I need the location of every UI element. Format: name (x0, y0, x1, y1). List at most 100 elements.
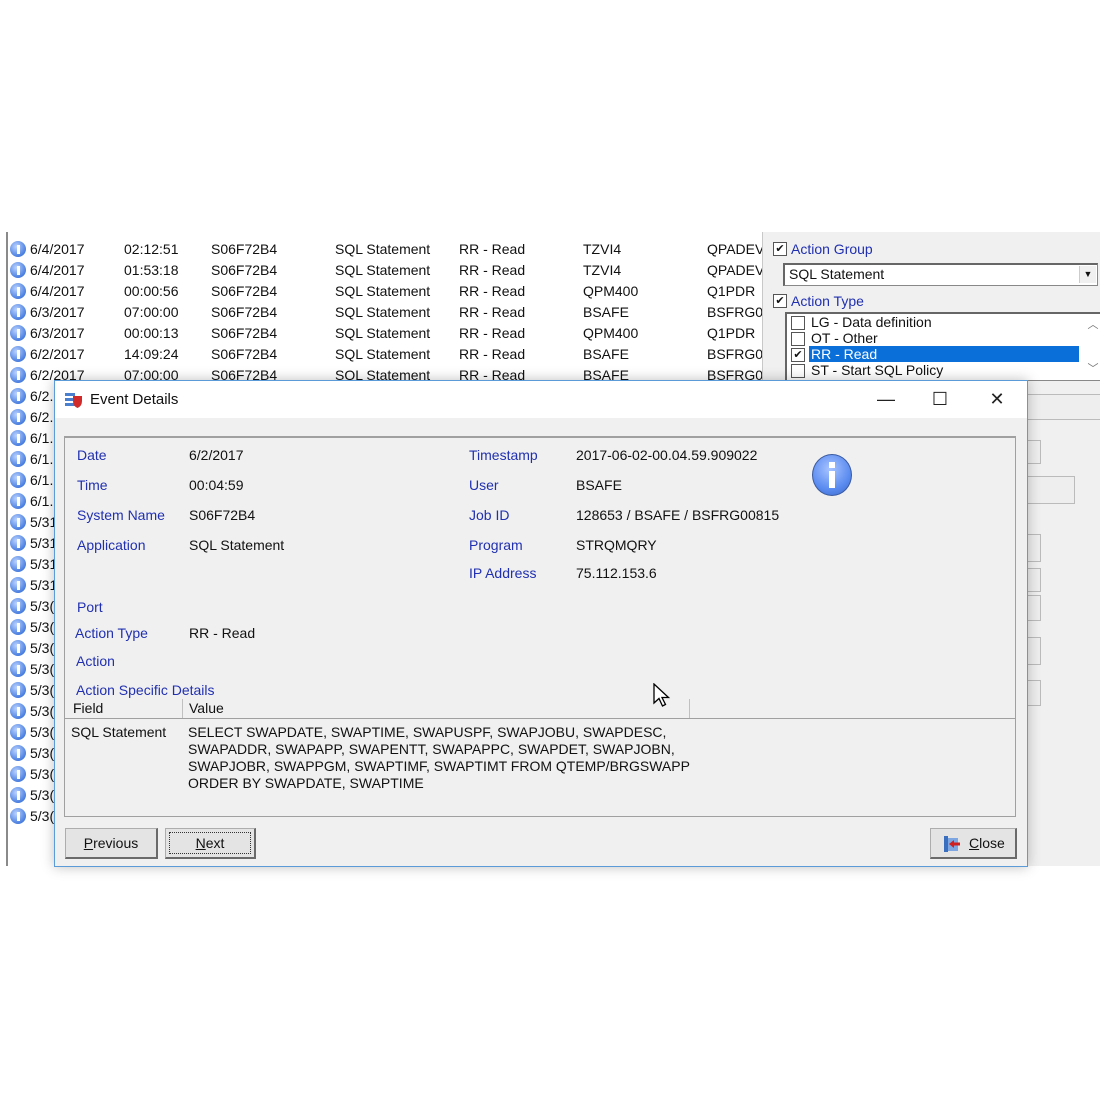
cell-system: S06F72B4 (211, 325, 278, 341)
details-row-value: SELECT SWAPDATE, SWAPTIME, SWAPUSPF, SWA… (188, 724, 690, 791)
column-header-field[interactable]: Field (73, 700, 103, 716)
cell-group: SQL Statement (335, 304, 431, 320)
info-icon (10, 472, 26, 488)
chevron-up-icon[interactable]: ︿ (1083, 316, 1100, 332)
cell-system: S06F72B4 (211, 241, 278, 257)
action-type-option[interactable]: ✔ RR - Read (789, 346, 1079, 363)
cell-type: RR - Read (459, 283, 526, 299)
security-shield-icon (65, 393, 82, 408)
cell-date: 5/3( (30, 703, 55, 719)
program-label: Program (469, 537, 523, 553)
column-divider[interactable] (182, 699, 183, 718)
details-row-field: SQL Statement (71, 724, 167, 740)
option-checkbox[interactable] (791, 364, 805, 378)
option-checkbox[interactable] (791, 316, 805, 330)
info-icon (10, 703, 26, 719)
cell-time: 00:00:13 (124, 325, 179, 341)
action-group-checkbox[interactable]: ✔ (773, 242, 787, 256)
user-value: BSAFE (576, 477, 622, 493)
cell-date: 5/3( (30, 661, 55, 677)
cell-group: SQL Statement (335, 325, 431, 341)
info-icon (10, 661, 26, 677)
disabled-input (1025, 476, 1075, 504)
cell-user: QPM400 (583, 283, 639, 299)
next-button[interactable]: Next (165, 828, 256, 859)
column-divider[interactable] (689, 699, 690, 718)
cell-type: RR - Read (459, 262, 526, 278)
info-icon (10, 262, 26, 278)
info-icon (10, 241, 26, 257)
cell-user: TZVI4 (583, 241, 622, 257)
mouse-cursor-icon (653, 683, 671, 707)
chevron-down-icon[interactable]: ﹀ (1083, 360, 1100, 376)
scrollbar[interactable]: ︿ ﹀ (1083, 314, 1100, 380)
timestamp-label: Timestamp (469, 447, 538, 463)
details-section-title: Action Specific Details (76, 682, 215, 698)
cell-date: 5/3( (30, 787, 55, 803)
event-row[interactable]: 6/3/2017 07:00:00 S06F72B4 SQL Statement RR … (8, 302, 763, 323)
close-button[interactable]: Close (930, 828, 1017, 859)
cell-group: SQL Statement (335, 346, 431, 362)
cell-type: RR - Read (459, 241, 526, 257)
time-value: 00:04:59 (189, 477, 244, 493)
system-name-value: S06F72B4 (189, 507, 256, 523)
info-icon (10, 283, 26, 299)
close-window-button[interactable]: ✕ (974, 381, 1020, 418)
option-label: OT - Other (811, 330, 878, 346)
cell-date: 6/1. (30, 451, 54, 467)
cell-job: BSFRG0 (707, 304, 764, 320)
cell-system: S06F72B4 (211, 304, 278, 320)
chevron-down-icon[interactable]: ▼ (1079, 266, 1096, 283)
info-icon (10, 430, 26, 446)
cell-date: 6/2. (30, 388, 54, 404)
action-type-checkbox[interactable]: ✔ (773, 294, 787, 308)
job-id-label: Job ID (469, 507, 510, 523)
info-icon (10, 346, 26, 362)
info-icon (10, 598, 26, 614)
action-label: Action (76, 653, 115, 669)
info-icon (10, 556, 26, 572)
cell-date: 6/3/2017 (30, 325, 85, 341)
event-row[interactable]: 6/4/2017 00:00:56 S06F72B4 SQL Statement RR … (8, 281, 763, 302)
cell-job: Q1PDR (707, 325, 756, 341)
minimize-button[interactable]: — (863, 381, 909, 418)
action-type-option[interactable]: ST - Start SQL Policy (789, 362, 1079, 379)
info-icon (10, 724, 26, 740)
previous-button[interactable]: Previous (65, 828, 158, 859)
cell-system: S06F72B4 (211, 262, 278, 278)
close-label: Close (969, 835, 1005, 851)
action-group-select[interactable]: SQL Statement ▼ (783, 263, 1098, 286)
option-checkbox[interactable] (791, 332, 805, 346)
program-value: STRQMQRY (576, 537, 657, 553)
cell-date: 5/3( (30, 619, 55, 635)
info-icon (10, 766, 26, 782)
option-checkbox[interactable]: ✔ (791, 348, 805, 362)
info-icon (10, 640, 26, 656)
info-icon (10, 535, 26, 551)
cell-date: 5/3( (30, 808, 55, 824)
application-value: SQL Statement (189, 537, 285, 553)
cell-system: S06F72B4 (211, 346, 278, 362)
event-row[interactable]: 6/3/2017 00:00:13 S06F72B4 SQL Statement RR … (8, 323, 763, 344)
cell-date: 5/3( (30, 724, 55, 740)
column-header-value[interactable]: Value (189, 700, 224, 716)
action-type-option[interactable]: LG - Data definition (789, 314, 1079, 331)
event-row[interactable]: 6/4/2017 01:53:18 S06F72B4 SQL Statement RR … (8, 260, 764, 281)
event-row[interactable]: 6/2/2017 14:09:24 S06F72B4 SQL Statement RR … (8, 344, 763, 365)
event-row[interactable]: 6/4/2017 02:12:51 S06F72B4 SQL Statement RR … (8, 239, 764, 260)
cell-group: SQL Statement (335, 241, 431, 257)
cell-type: RR - Read (459, 304, 526, 320)
user-label: User (469, 477, 499, 493)
details-panel: Date 6/2/2017 Time 00:04:59 System Name … (64, 436, 1016, 817)
info-icon (10, 682, 26, 698)
action-type-list[interactable]: ︿ ﹀ LG - Data definition OT - Other ✔ RR - … (785, 312, 1100, 381)
maximize-button[interactable]: ☐ (917, 381, 963, 418)
cell-user: TZVI4 (583, 262, 622, 278)
ip-address-label: IP Address (469, 565, 537, 581)
title-bar[interactable]: Event Details — ☐ ✕ (55, 381, 1027, 418)
time-label: Time (77, 477, 108, 493)
exit-door-icon (944, 836, 960, 852)
previous-label: Previous (83, 835, 139, 851)
info-icon (10, 514, 26, 530)
action-type-option[interactable]: OT - Other (789, 330, 1079, 347)
